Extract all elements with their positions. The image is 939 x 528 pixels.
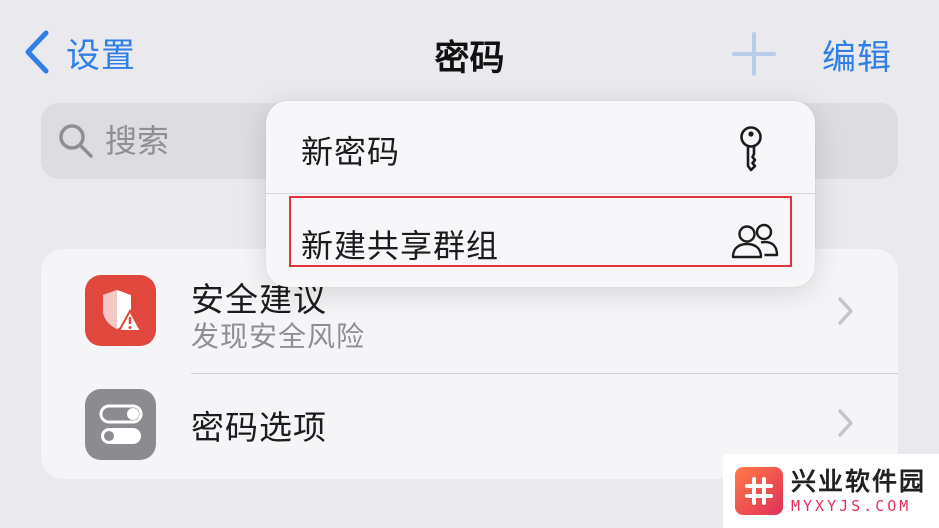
page-title: 密码 xyxy=(434,39,505,79)
menu-item-new-shared-group[interactable]: 新建共享群组 xyxy=(266,193,815,285)
navigation-bar: 设置 密码 编辑 xyxy=(0,0,939,100)
people-icon xyxy=(731,223,779,259)
menu-item-new-password[interactable]: 新密码 xyxy=(266,101,815,193)
watermark: 兴业软件园 MYXYJS.COM xyxy=(723,454,939,528)
add-icon[interactable] xyxy=(732,32,776,76)
shield-warning-icon xyxy=(85,275,156,346)
edit-button[interactable]: 编辑 xyxy=(822,30,892,79)
hash-logo-icon xyxy=(735,467,783,515)
menu-item-label: 新建共享群组 xyxy=(301,227,500,265)
row-title: 密码选项 xyxy=(191,408,327,447)
menu-item-label: 新密码 xyxy=(301,133,401,171)
watermark-domain: MYXYJS.COM xyxy=(791,497,912,515)
add-menu-popover: 新密码 新建共享群组 xyxy=(266,101,815,287)
key-icon xyxy=(740,126,762,172)
toggles-icon xyxy=(85,389,156,460)
watermark-name: 兴业软件园 xyxy=(791,467,927,496)
row-subtitle: 发现安全风险 xyxy=(191,320,366,353)
chevron-right-icon xyxy=(838,409,853,437)
search-icon xyxy=(59,124,93,158)
chevron-right-icon xyxy=(838,297,853,325)
